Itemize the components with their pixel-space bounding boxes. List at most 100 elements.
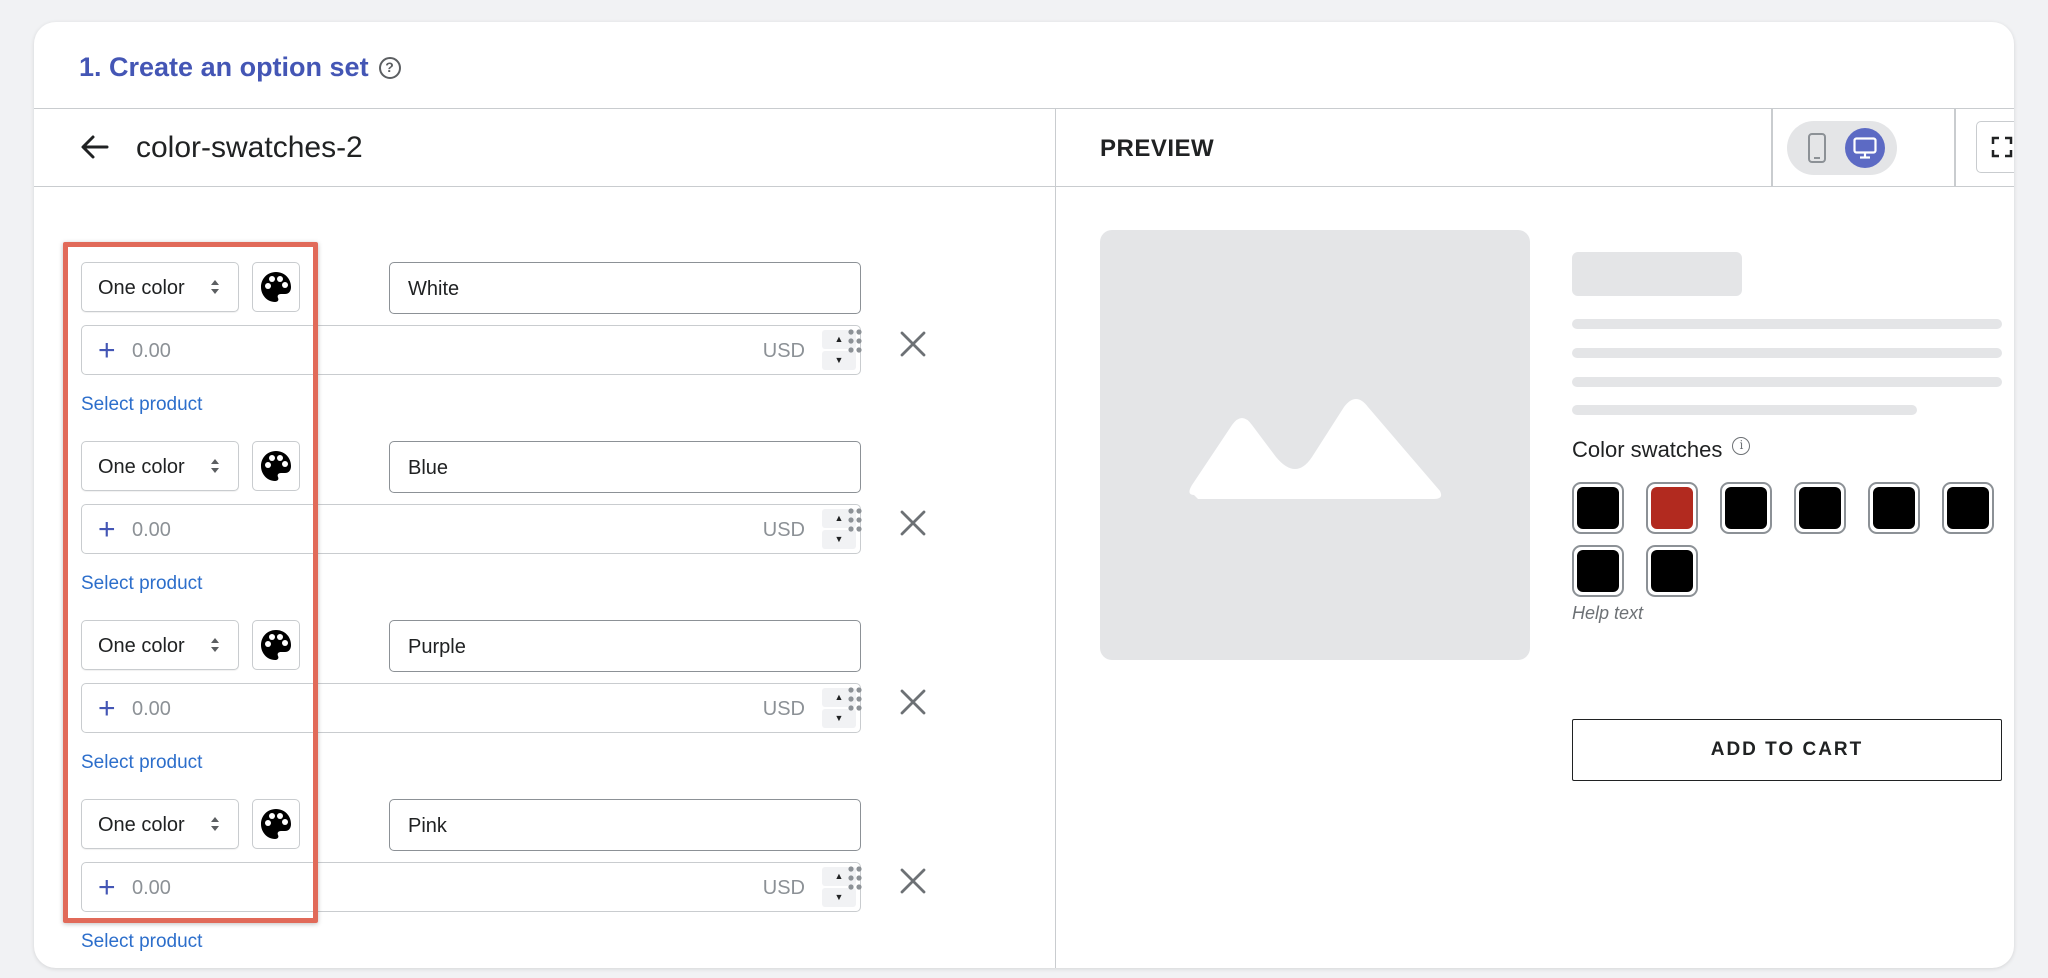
currency-label: USD [762,698,805,720]
option-type-value: One color [98,456,185,478]
product-image-placeholder [1100,230,1530,660]
image-placeholder-icon [1189,399,1442,499]
preview-title: PREVIEW [1100,135,1215,162]
select-arrows-icon [211,459,219,473]
device-toggle[interactable] [1787,121,1897,175]
fullscreen-icon [1991,136,2013,158]
text-skeleton [1572,405,1917,415]
palette-icon [261,809,291,839]
desktop-icon [1853,137,1877,159]
option-row: One color Blue + 0.00 USD ▲ ▼ Select pro… [34,441,1055,620]
swatch-fill [1577,550,1619,592]
option-name-input[interactable]: Pink [389,799,861,851]
select-product-link[interactable]: Select product [81,931,202,953]
price-input[interactable]: + 0.00 USD ▲ ▼ [81,862,861,912]
color-picker-button[interactable] [252,799,300,849]
swatch-label: Color swatches i [1572,437,1751,463]
text-skeleton [1572,319,2002,329]
decrement-button[interactable]: ▼ [822,530,856,549]
drag-handle-icon[interactable] [848,687,862,711]
price-input[interactable]: + 0.00 USD ▲ ▼ [81,683,861,733]
color-swatch[interactable] [1794,482,1846,534]
option-name-input[interactable]: White [389,262,861,314]
swatch-fill [1947,487,1989,529]
plus-icon: + [98,334,116,367]
swatch-fill [1651,487,1693,529]
question-circle-icon[interactable]: ? [378,56,401,79]
select-product-link[interactable]: Select product [81,394,202,416]
page-title: 1. Create an option set ? [79,52,401,83]
option-type-select[interactable]: One color [81,441,239,491]
page-title-text: 1. Create an option set [79,52,369,82]
title-skeleton [1572,252,1742,296]
price-value: 0.00 [132,340,171,362]
plus-icon: + [98,871,116,904]
color-swatch[interactable] [1646,545,1698,597]
palette-icon [261,451,291,481]
palette-icon [261,630,291,660]
option-row: One color Purple + 0.00 USD ▲ ▼ Select p… [34,620,1055,799]
option-set-card: 1. Create an option set ? color-swatches… [34,22,2014,968]
price-input[interactable]: + 0.00 USD ▲ ▼ [81,325,861,375]
remove-option-icon[interactable] [899,688,927,716]
select-arrows-icon [211,638,219,652]
decrement-button[interactable]: ▼ [822,709,856,728]
color-picker-button[interactable] [252,262,300,312]
option-editor: color-swatches-2 One color White + 0.00 … [34,109,1056,968]
option-name-input[interactable]: Purple [389,620,861,672]
option-type-select[interactable]: One color [81,620,239,670]
info-icon[interactable]: i [1732,437,1751,455]
mobile-icon[interactable] [1805,133,1829,163]
color-swatch[interactable] [1720,482,1772,534]
color-swatch[interactable] [1868,482,1920,534]
option-type-value: One color [98,635,185,657]
palette-icon [261,272,291,302]
color-swatch[interactable] [1942,482,1994,534]
drag-handle-icon[interactable] [848,329,862,353]
option-type-value: One color [98,277,185,299]
currency-label: USD [762,877,805,899]
text-skeleton [1572,348,2002,358]
remove-option-icon[interactable] [899,330,927,358]
back-arrow-icon[interactable] [77,129,113,165]
card-header: 1. Create an option set ? [34,22,2014,109]
color-swatch[interactable] [1572,482,1624,534]
option-row: One color Pink + 0.00 USD ▲ ▼ Select pro… [34,799,1055,968]
help-text: Help text [1572,603,1644,623]
color-picker-button[interactable] [252,441,300,491]
price-value: 0.00 [132,877,171,899]
swatch-fill [1725,487,1767,529]
option-row: One color White + 0.00 USD ▲ ▼ Select pr… [34,262,1055,441]
price-input[interactable]: + 0.00 USD ▲ ▼ [81,504,861,554]
color-swatch[interactable] [1572,545,1624,597]
swatch-fill [1799,487,1841,529]
color-picker-button[interactable] [252,620,300,670]
decrement-button[interactable]: ▼ [822,351,856,370]
swatch-fill [1577,487,1619,529]
swatch-label-text: Color swatches [1572,437,1723,462]
option-type-select[interactable]: One color [81,799,239,849]
desktop-toggle-button[interactable] [1845,128,1885,168]
fullscreen-button[interactable] [1976,121,2014,173]
option-type-select[interactable]: One color [81,262,239,312]
remove-option-icon[interactable] [899,509,927,537]
remove-option-icon[interactable] [899,867,927,895]
select-arrows-icon [211,280,219,294]
price-value: 0.00 [132,519,171,541]
toolbar-divider [1771,109,1773,187]
option-type-value: One color [98,814,185,836]
price-value: 0.00 [132,698,171,720]
drag-handle-icon[interactable] [848,508,862,532]
color-swatch[interactable] [1646,482,1698,534]
preview-panel: PREVIEW Color swatches i Help text ADD T… [1056,109,2014,968]
currency-label: USD [762,340,805,362]
drag-handle-icon[interactable] [848,866,862,890]
plus-icon: + [98,692,116,725]
plus-icon: + [98,513,116,546]
decrement-button[interactable]: ▼ [822,888,856,907]
editor-toolbar: color-swatches-2 [34,109,1055,187]
add-to-cart-button[interactable]: ADD TO CART [1572,719,2002,781]
select-product-link[interactable]: Select product [81,752,202,774]
select-product-link[interactable]: Select product [81,573,202,595]
option-name-input[interactable]: Blue [389,441,861,493]
